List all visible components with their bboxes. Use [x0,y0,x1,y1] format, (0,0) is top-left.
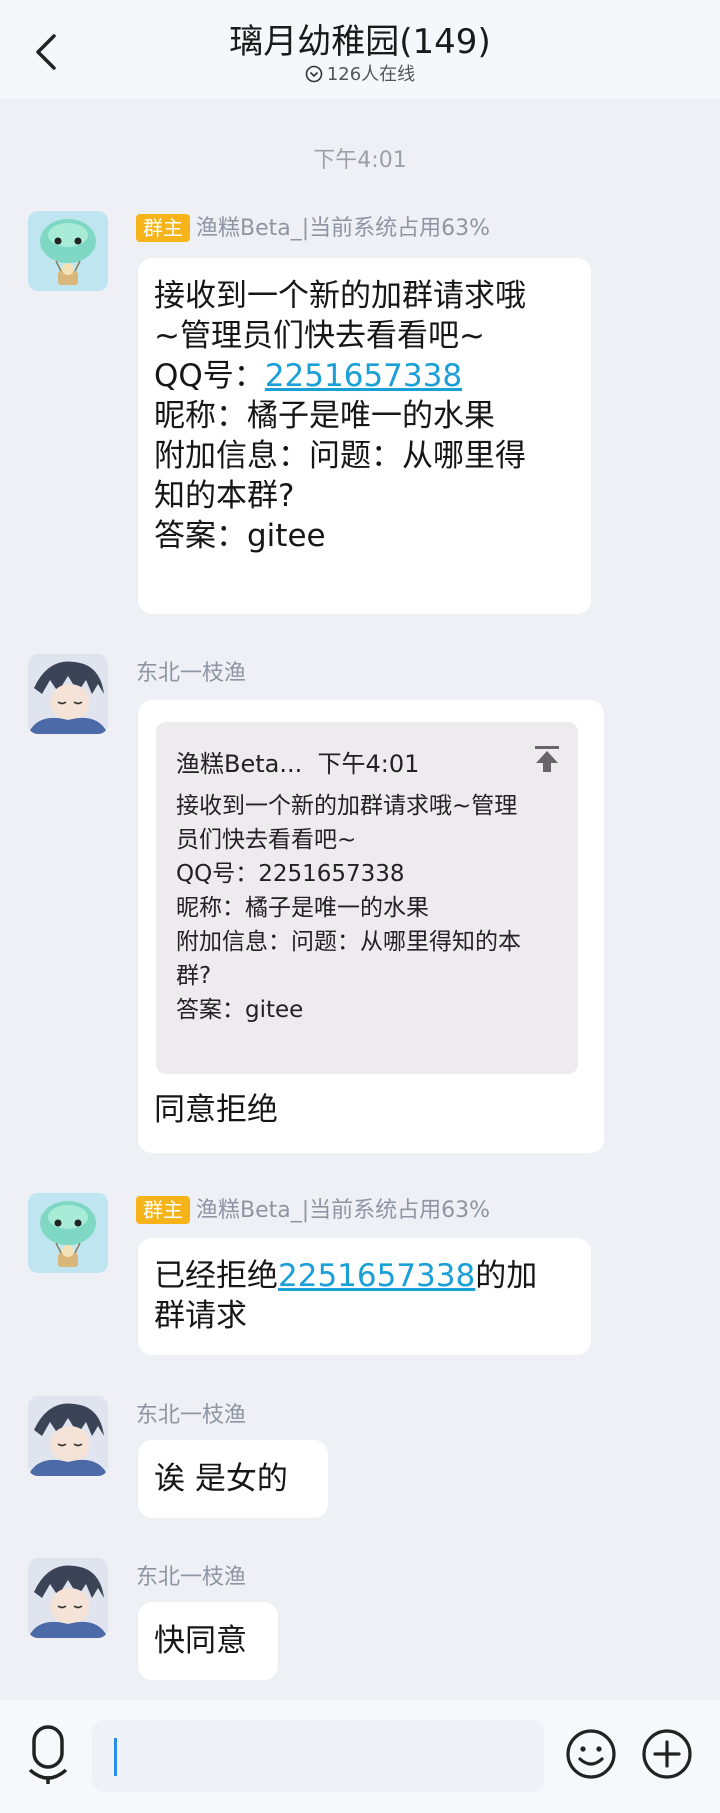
quoted-message[interactable]: 渔糕Beta... 下午4:01 接收到一个新的加群请求哦~管理 员们快去看看吧… [156,722,578,1074]
message-bubble[interactable]: 接收到一个新的加群请求哦 ~管理员们快去看看吧~ QQ号：2251657338 … [138,258,591,614]
microphone-icon[interactable] [26,1724,70,1790]
owner-badge: 群主 [136,1196,190,1224]
message-bubble[interactable]: 诶 是女的 [138,1440,328,1518]
quote-time: 下午4:01 [317,750,420,778]
quote-header: 渔糕Beta... 下午4:01 [176,744,559,779]
jump-to-top-icon[interactable] [532,744,562,780]
message-timestamp: 下午4:01 [313,148,407,173]
avatar-user[interactable] [28,1396,108,1476]
emoji-icon[interactable] [565,1728,617,1784]
sender-name[interactable]: 群主 渔糕Beta_|当前系统占用63% [136,1192,490,1224]
avatar-user[interactable] [28,1558,108,1638]
sender-name[interactable]: 东北一枝渔 [136,1559,246,1591]
online-status[interactable]: 126人在线 [0,60,720,88]
text-cursor [114,1738,117,1776]
message-bubble[interactable]: 已经拒绝2251657338的加 群请求 [138,1238,591,1355]
sender-name[interactable]: 东北一枝渔 [136,1397,246,1429]
online-count: 126人在线 [326,64,416,85]
message-bubble[interactable]: 渔糕Beta... 下午4:01 接收到一个新的加群请求哦~管理 员们快去看看吧… [138,700,604,1153]
group-title[interactable]: 璃月幼稚园(149) [0,14,720,63]
avatar-bot[interactable] [28,1193,108,1273]
input-bar [0,1700,720,1813]
quote-body: 接收到一个新的加群请求哦~管理 员们快去看看吧~ QQ号：2251657338 … [176,793,521,1023]
add-icon[interactable] [641,1728,693,1784]
sender-name[interactable]: 东北一枝渔 [136,655,246,687]
chevron-down-circle-icon [305,65,323,88]
sender-name[interactable]: 群主 渔糕Beta_|当前系统占用63% [136,210,490,242]
quote-author: 渔糕Beta... [176,750,303,778]
chat-header: 璃月幼稚园(149) 126人在线 [0,0,720,98]
avatar-user[interactable] [28,654,108,734]
qq-link[interactable]: 2251657338 [265,358,462,394]
owner-badge: 群主 [136,214,190,242]
qq-link[interactable]: 2251657338 [278,1258,475,1294]
message-bubble[interactable]: 快同意 [138,1602,278,1680]
avatar-bot[interactable] [28,211,108,291]
message-text: 同意拒绝 [154,1092,278,1128]
message-input[interactable] [92,1720,544,1792]
